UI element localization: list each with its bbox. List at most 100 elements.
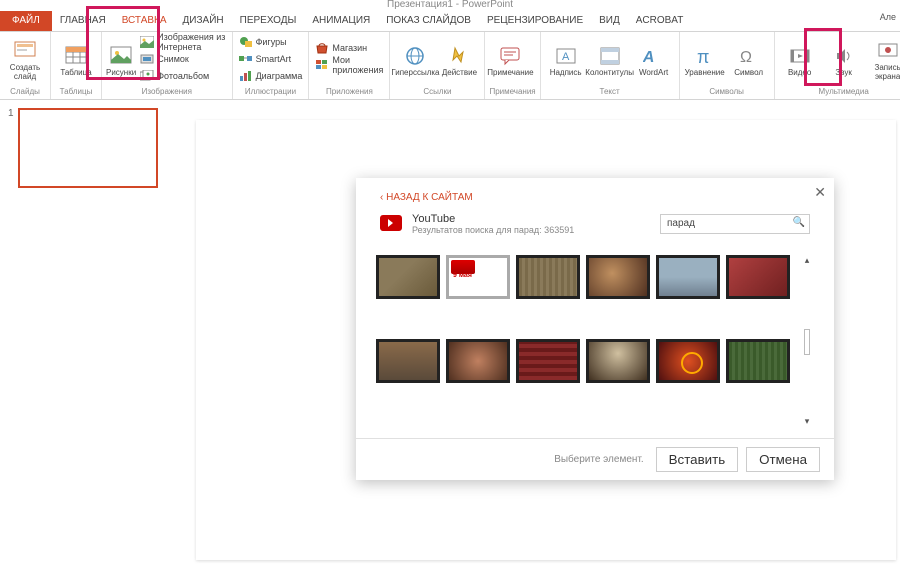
video-result[interactable] — [656, 339, 720, 383]
video-result[interactable] — [726, 339, 790, 383]
video-result[interactable] — [376, 255, 440, 299]
dialog-close-button[interactable]: ✕ — [814, 184, 826, 201]
chart-button[interactable]: Диаграмма — [237, 68, 305, 84]
video-result[interactable] — [516, 255, 580, 299]
insert-button[interactable]: Вставить — [656, 447, 739, 472]
insert-video-dialog: ✕ ‹ НАЗАД К САЙТАМ YouTube Результатов п… — [356, 178, 834, 480]
results-scrollbar[interactable]: ▴ ▾ — [800, 251, 814, 432]
group-apps: Магазин Мои приложения Приложения — [309, 32, 390, 99]
svg-text:A: A — [562, 51, 570, 63]
group-label: Изображения — [106, 87, 228, 97]
menu-animation[interactable]: АНИМАЦИЯ — [304, 11, 378, 30]
menu-home[interactable]: ГЛАВНАЯ — [52, 11, 114, 30]
new-slide-icon — [12, 38, 38, 64]
chart-icon — [239, 69, 253, 83]
shapes-button[interactable]: Фигуры — [237, 34, 305, 50]
group-label: Иллюстрации — [237, 87, 305, 97]
group-links: Гиперссылка Действие Ссылки — [390, 32, 485, 99]
comment-button[interactable]: Примечание — [489, 34, 531, 86]
equation-icon: π — [692, 43, 718, 69]
group-images: Рисунки Изображения из Интернета Снимок … — [102, 32, 233, 99]
my-apps-button[interactable]: Мои приложения — [313, 57, 385, 73]
menu-design[interactable]: ДИЗАЙН — [175, 11, 232, 30]
smartart-button[interactable]: SmartArt — [237, 51, 305, 67]
group-illustrations: Фигуры SmartArt Диаграмма Иллюстрации — [233, 32, 310, 99]
video-result[interactable] — [376, 339, 440, 383]
slide-number: 1 — [8, 108, 14, 188]
online-pictures-icon — [140, 35, 154, 49]
online-pictures-button[interactable]: Изображения из Интернета — [138, 34, 227, 50]
group-label: Ссылки — [394, 87, 480, 97]
search-icon[interactable]: 🔍 — [793, 217, 805, 228]
header-icon — [597, 43, 623, 69]
video-result[interactable] — [446, 339, 510, 383]
screen-recording-button[interactable]: Запись экрана — [867, 34, 900, 86]
wordart-button[interactable]: A WordArt — [633, 34, 675, 86]
group-label: Слайды — [4, 87, 46, 97]
youtube-icon — [380, 215, 402, 231]
account-name[interactable]: Але — [880, 12, 896, 22]
svg-text:A: A — [643, 48, 657, 66]
header-footer-button[interactable]: Колонтитулы — [589, 34, 631, 86]
menu-insert[interactable]: ВСТАВКА — [114, 11, 175, 30]
video-icon — [787, 43, 813, 69]
wordart-icon: A — [641, 43, 667, 69]
menu-review[interactable]: РЕЦЕНЗИРОВАНИЕ — [479, 11, 591, 30]
video-result[interactable] — [446, 255, 510, 299]
action-button[interactable]: Действие — [438, 34, 480, 86]
results-count: Результатов поиска для парад: 363591 — [412, 225, 574, 235]
textbox-button[interactable]: A Надпись — [545, 34, 587, 86]
smartart-icon — [239, 52, 253, 66]
menu-slideshow[interactable]: ПОКАЗ СЛАЙДОВ — [378, 11, 479, 30]
new-slide-button[interactable]: Создать слайд — [4, 34, 46, 86]
apps-icon — [315, 58, 329, 72]
ribbon: Создать слайд Слайды Таблица Таблицы Рис… — [0, 32, 900, 100]
store-button[interactable]: Магазин — [313, 40, 385, 56]
symbol-button[interactable]: Ω Символ — [728, 34, 770, 86]
hyperlink-icon — [402, 43, 428, 69]
menu-acrobat[interactable]: ACROBAT — [628, 11, 692, 30]
pictures-button[interactable]: Рисунки — [106, 34, 136, 86]
group-symbols: π Уравнение Ω Символ Символы — [680, 32, 775, 99]
group-slides: Создать слайд Слайды — [0, 32, 51, 99]
shapes-icon — [239, 35, 253, 49]
table-button[interactable]: Таблица — [55, 34, 97, 86]
picture-icon — [108, 43, 134, 69]
video-result[interactable] — [726, 255, 790, 299]
group-label: Таблицы — [55, 87, 97, 97]
results-area: ▴ ▾ — [356, 245, 834, 438]
audio-icon — [831, 43, 857, 69]
group-label: Мультимедиа — [779, 87, 900, 97]
slide-thumbnail-1[interactable] — [18, 108, 158, 188]
slide-thumbnail-panel: 1 — [0, 100, 166, 578]
screenshot-icon — [140, 52, 154, 66]
scroll-up-icon[interactable]: ▴ — [801, 255, 813, 267]
photo-album-button[interactable]: Фотоальбом — [138, 68, 227, 84]
svg-text:π: π — [697, 47, 709, 66]
menu-view[interactable]: ВИД — [591, 11, 628, 30]
group-label: Приложения — [313, 87, 385, 97]
back-to-sites-link[interactable]: ‹ НАЗАД К САЙТАМ — [356, 178, 834, 209]
screenshot-button[interactable]: Снимок — [138, 51, 227, 67]
hyperlink-button[interactable]: Гиперссылка — [394, 34, 436, 86]
menu-file[interactable]: ФАЙЛ — [0, 11, 52, 31]
comment-icon — [497, 43, 523, 69]
group-label: Примечания — [489, 87, 535, 97]
album-icon — [140, 69, 154, 83]
scroll-down-icon[interactable]: ▾ — [801, 416, 813, 428]
video-search-input[interactable] — [660, 214, 810, 234]
title-bar: Презентация1 - PowerPoint — [0, 0, 900, 10]
audio-button[interactable]: Звук — [823, 34, 865, 86]
menu-transitions[interactable]: ПЕРЕХОДЫ — [232, 11, 305, 30]
group-media: Видео Звук Запись экрана Мультимедиа — [775, 32, 900, 99]
video-result[interactable] — [516, 339, 580, 383]
equation-button[interactable]: π Уравнение — [684, 34, 726, 86]
cancel-button[interactable]: Отмена — [746, 447, 820, 472]
video-result[interactable] — [586, 339, 650, 383]
menu-bar: ФАЙЛ ГЛАВНАЯ ВСТАВКА ДИЗАЙН ПЕРЕХОДЫ АНИ… — [0, 10, 900, 32]
video-result[interactable] — [656, 255, 720, 299]
video-button[interactable]: Видео — [779, 34, 821, 86]
scroll-track[interactable] — [804, 329, 810, 355]
video-result[interactable] — [586, 255, 650, 299]
svg-text:Ω: Ω — [740, 49, 752, 66]
